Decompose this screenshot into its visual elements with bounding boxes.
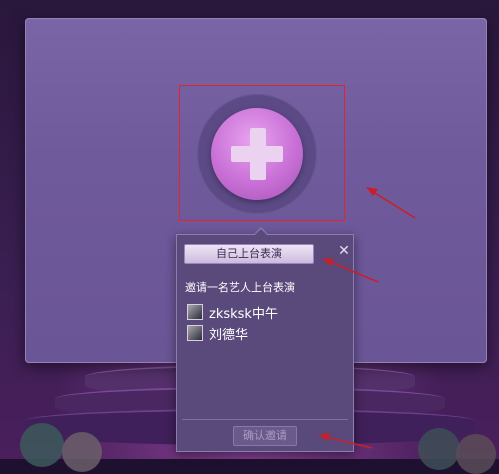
popup-caret-inner	[254, 229, 268, 236]
confirm-invite-button[interactable]: 确认邀请	[233, 426, 297, 446]
artist-list-item[interactable]: 刘德华	[187, 324, 249, 343]
audience-head	[20, 423, 64, 467]
close-icon[interactable]: ✕	[337, 242, 351, 260]
popup-divider	[182, 419, 348, 420]
artist-list-item[interactable]: zksksk中午	[187, 303, 278, 322]
artist-name: 刘德华	[209, 327, 249, 343]
self-perform-button[interactable]: 自己上台表演	[184, 244, 314, 264]
add-performer-button[interactable]	[211, 108, 303, 200]
invite-title: 邀请一名艺人上台表演	[185, 281, 295, 294]
audience-head	[62, 432, 102, 472]
audience-head	[456, 434, 496, 474]
user-avatar-icon	[187, 325, 203, 341]
invite-popup: 自己上台表演 ✕ 邀请一名艺人上台表演 zksksk中午 刘德华 确认邀请	[176, 234, 354, 452]
artist-name: zksksk中午	[209, 306, 278, 322]
audience-head	[418, 428, 460, 470]
user-avatar-icon	[187, 304, 203, 320]
